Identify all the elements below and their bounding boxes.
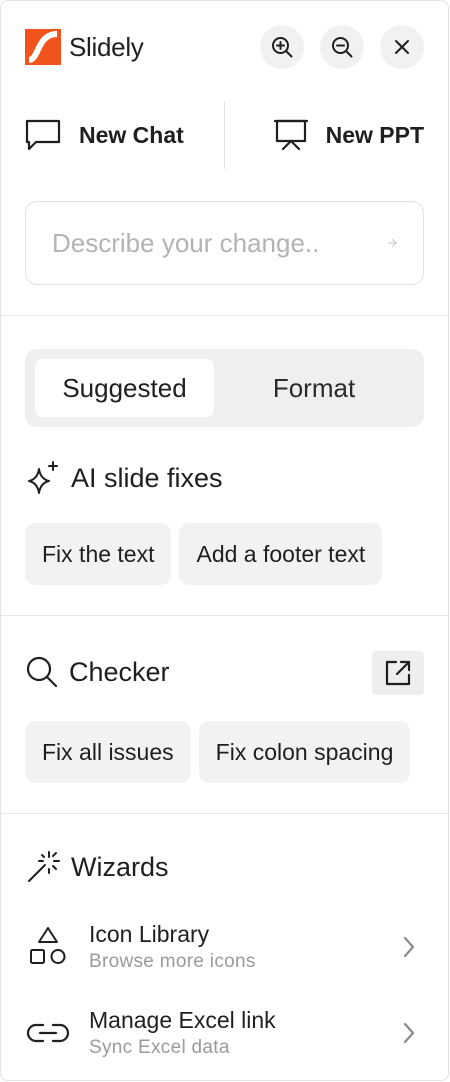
describe-change-field[interactable]	[25, 201, 424, 285]
section-divider	[1, 813, 448, 814]
sparkle-icon	[28, 461, 58, 494]
wizard-subtitle: Browse more icons	[89, 951, 256, 972]
link-icon	[25, 1010, 71, 1056]
slidely-panel: Slidely New Chat New PPT Describe your c…	[0, 0, 449, 1081]
zoom-out-button[interactable]	[320, 25, 364, 69]
brand-name: Slidely	[69, 31, 144, 62]
presentation-icon	[273, 119, 308, 151]
describe-change-input[interactable]	[52, 227, 387, 259]
wizard-icon-library[interactable]: Icon Library Browse more icons	[25, 915, 424, 979]
new-chat-button[interactable]: New Chat	[1, 101, 224, 169]
chevron-right-icon	[403, 936, 415, 958]
wizards-title: Wizards	[71, 851, 169, 882]
wizards-heading: Wizards	[25, 849, 169, 885]
wizard-title: Icon Library	[89, 921, 210, 947]
ai-fixes-title: AI slide fixes	[71, 462, 223, 493]
search-icon	[26, 656, 58, 688]
section-divider	[1, 315, 448, 316]
fix-text-chip[interactable]: Fix the text	[25, 523, 172, 585]
fix-all-issues-chip[interactable]: Fix all issues	[25, 721, 191, 783]
close-button[interactable]	[380, 25, 424, 69]
ai-fixes-heading: AI slide fixes	[25, 459, 223, 497]
header-buttons	[260, 25, 424, 69]
wizard-title: Manage Excel link	[89, 1007, 276, 1033]
tab-switcher: Suggested Format	[25, 349, 424, 427]
add-footer-chip[interactable]: Add a footer text	[179, 523, 383, 585]
header: Slidely	[25, 25, 424, 69]
close-icon	[395, 40, 409, 54]
external-link-icon	[385, 660, 411, 686]
section-divider	[1, 615, 448, 616]
wizard-text: Manage Excel link Sync Excel data	[89, 1007, 276, 1059]
checker-chips: Fix all issues Fix colon spacing	[25, 721, 411, 783]
slidely-logo	[25, 29, 61, 65]
zoom-out-icon	[332, 37, 353, 58]
ai-fixes-chips: Fix the text Add a footer text	[25, 523, 383, 585]
chevron-right-icon	[403, 1022, 415, 1044]
checker-heading: Checker	[25, 655, 170, 689]
new-ppt-button[interactable]: New PPT	[225, 101, 448, 169]
arrow-right-icon[interactable]	[387, 232, 397, 254]
open-external-button[interactable]	[372, 651, 424, 695]
new-chat-label: New Chat	[79, 121, 184, 148]
magic-wand-icon	[28, 851, 60, 882]
tab-format[interactable]: Format	[214, 359, 414, 417]
wizard-text: Icon Library Browse more icons	[89, 921, 256, 973]
chat-bubble-icon	[25, 119, 61, 151]
fix-colon-spacing-chip[interactable]: Fix colon spacing	[198, 721, 411, 783]
wizard-subtitle: Sync Excel data	[89, 1037, 230, 1058]
zoom-in-icon	[272, 37, 293, 58]
wizard-excel-link[interactable]: Manage Excel link Sync Excel data	[25, 1001, 424, 1065]
shapes-icon	[25, 924, 71, 970]
tab-suggested[interactable]: Suggested	[35, 359, 214, 417]
zoom-in-button[interactable]	[260, 25, 304, 69]
action-row: New Chat New PPT	[1, 101, 448, 169]
checker-title: Checker	[69, 656, 170, 687]
new-ppt-label: New PPT	[325, 121, 424, 148]
